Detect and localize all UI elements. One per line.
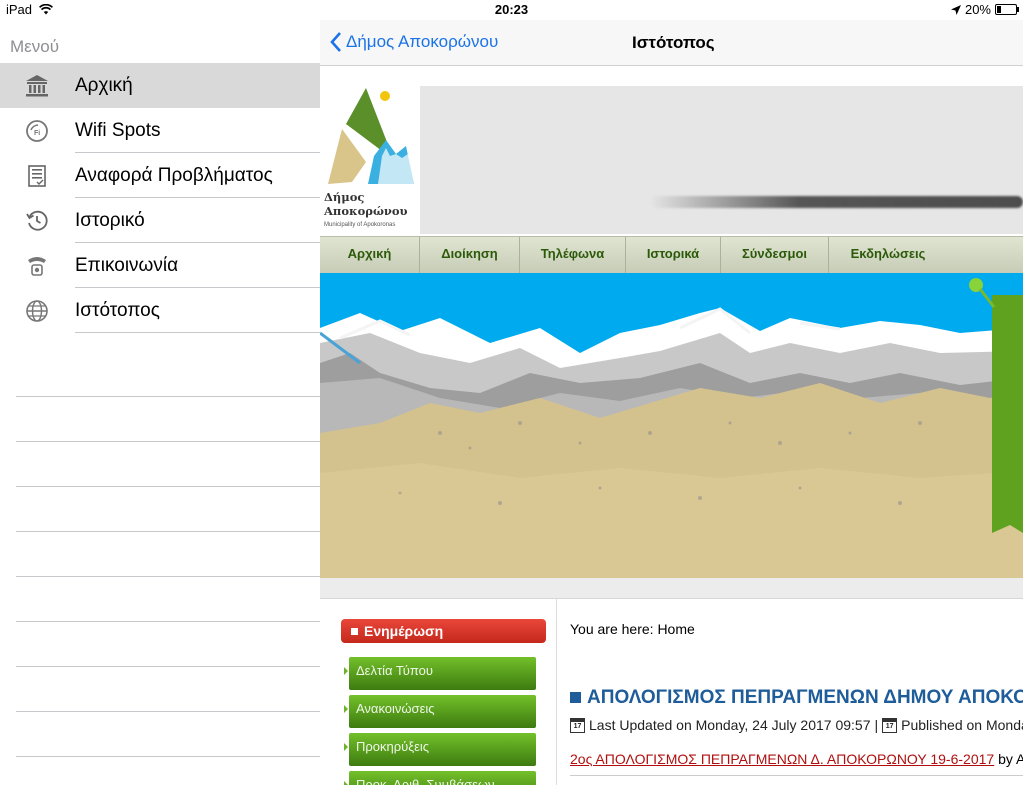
sidebar-title: Μενού xyxy=(10,37,59,56)
article-link-line: 2ος ΑΠΟΛΟΓΙΣΜΟΣ ΠΕΠΡΑΓΜΕΝΩΝ Δ. ΑΠΟΚΟΡΩΝΟ… xyxy=(570,751,1023,767)
sidebar-item-label: Αρχική xyxy=(75,74,133,96)
square-bullet-icon xyxy=(351,628,358,636)
article-title[interactable]: ΑΠΟΛΟΓΙΣΜΟΣ ΠΕΠΡΑΓΜΕΝΩΝ ΔΗΜΟΥ ΑΠΟΚΟΡΩΝΟΥ xyxy=(570,687,1023,709)
site-nav-administration[interactable]: Διοίκηση xyxy=(420,237,520,273)
article-title-text: ΑΠΟΛΟΓΙΣΜΟΣ ΠΕΠΡΑΓΜΕΝΩΝ ΔΗΜΟΥ ΑΠΟΚΟΡΩΝΟΥ xyxy=(587,687,1023,708)
site-nav-history[interactable]: Ιστορικά xyxy=(626,237,721,273)
site-content: Ενημέρωση Δελτία Τύπου Ανακοινώσεις Προκ… xyxy=(320,598,1023,785)
site-nav-events[interactable]: Εκδηλώσεις xyxy=(829,237,947,273)
empty-row xyxy=(16,757,320,785)
published-on: Published on Monday, 24 July 2017 xyxy=(901,717,1023,733)
status-time: 20:23 xyxy=(494,2,529,17)
svg-text:Fi: Fi xyxy=(34,130,40,137)
hero-image xyxy=(320,273,1023,578)
breadcrumb: You are here: Home xyxy=(570,621,695,637)
battery-icon xyxy=(995,4,1019,15)
status-right: 20% xyxy=(950,2,1019,17)
empty-row xyxy=(16,667,320,712)
calendar-icon: 17 xyxy=(882,717,898,733)
header-streak xyxy=(650,196,1023,208)
site-nav: Αρχική Διοίκηση Τηλέφωνα Ιστορικά Σύνδεσ… xyxy=(320,236,1023,274)
nav-title: Ιστότοπος xyxy=(632,33,715,52)
press-releases-link[interactable]: Δελτία Τύπου xyxy=(344,657,536,690)
last-updated: Last Updated on Monday, 24 July 2017 09:… xyxy=(589,717,871,733)
hero-bottom-bar xyxy=(320,578,1023,598)
right-column: You are here: Home ΑΠΟΛΟΓΙΣΜΟΣ ΠΕΠΡΑΓΜΕΝ… xyxy=(556,599,1023,785)
phone-icon xyxy=(25,254,49,278)
sidebar-item-home[interactable]: Αρχική xyxy=(0,63,320,108)
site-nav-phones[interactable]: Τηλέφωνα xyxy=(520,237,626,273)
globe-icon xyxy=(25,299,49,323)
sidebar-item-website[interactable]: Ιστότοπος xyxy=(0,288,320,333)
logo-name-line1: Δήμος xyxy=(324,190,365,204)
empty-row xyxy=(16,397,320,442)
sidebar-item-label: Ιστότοπος xyxy=(75,299,160,321)
contracts-link[interactable]: Προκ. Αριθ. Συμβάσεων xyxy=(344,771,536,785)
empty-row xyxy=(16,352,320,397)
battery-fill xyxy=(997,6,1001,13)
square-bullet-icon xyxy=(570,692,581,703)
history-icon xyxy=(25,209,49,233)
sidebar-menu: Μενού Αρχική Fi Wifi Spots Αναφορά Προβλ… xyxy=(0,20,320,785)
separator xyxy=(75,332,320,333)
webview[interactable]: Δήμος Αποκορώνου Municipality of Apokoro… xyxy=(320,66,1023,785)
news-header-label: Ενημέρωση xyxy=(364,623,444,639)
navigation-bar: Δήμος Αποκορώνου Ιστότοπος xyxy=(320,20,1023,66)
mountain-logo-icon xyxy=(328,88,414,184)
logo-subtitle: Municipality of Apokoronas xyxy=(324,222,396,228)
article-meta: 17 Last Updated on Monday, 24 July 2017 … xyxy=(570,717,1023,733)
report-icon xyxy=(25,164,49,188)
mountains-illustration xyxy=(320,278,1023,578)
empty-row xyxy=(16,532,320,577)
article-link-suffix: by Admin xyxy=(998,751,1023,767)
header-strip xyxy=(420,86,1023,234)
sidebar-item-history[interactable]: Ιστορικό xyxy=(0,198,320,243)
status-bar: iPad 20:23 20% xyxy=(0,0,1023,20)
site-nav-links[interactable]: Σύνδεσμοι xyxy=(721,237,829,273)
wifi-icon: Fi xyxy=(25,119,49,143)
left-column: Ενημέρωση Δελτία Τύπου Ανακοινώσεις Προκ… xyxy=(320,599,557,785)
battery-percent: 20% xyxy=(964,2,991,17)
calendar-icon: 17 xyxy=(570,717,585,733)
announcements-link[interactable]: Ανακοινώσεις xyxy=(344,695,536,728)
chevron-left-icon xyxy=(330,32,341,52)
empty-rows xyxy=(16,352,320,785)
back-button[interactable]: Δήμος Αποκορώνου xyxy=(330,32,498,52)
meta-divider: | xyxy=(874,717,879,733)
bank-icon xyxy=(25,74,49,98)
empty-row xyxy=(16,622,320,667)
sidebar-item-wifi-spots[interactable]: Fi Wifi Spots xyxy=(0,108,320,153)
sidebar-item-label: Επικοινωνία xyxy=(75,254,179,276)
empty-row xyxy=(16,577,320,622)
back-label: Δήμος Αποκορώνου xyxy=(346,32,499,51)
site-header: Δήμος Αποκορώνου Municipality of Apokoro… xyxy=(320,66,1023,236)
site-nav-home[interactable]: Αρχική xyxy=(320,237,420,273)
tenders-link[interactable]: Προκηρύξεις xyxy=(344,733,536,766)
sidebar-item-contact[interactable]: Επικοινωνία xyxy=(0,243,320,288)
logo-name: Δήμος Αποκορώνου xyxy=(324,190,408,218)
sidebar-item-report-problem[interactable]: Αναφορά Προβλήματος xyxy=(0,153,320,198)
empty-row xyxy=(16,712,320,757)
sidebar-item-label: Wifi Spots xyxy=(75,119,161,141)
sidebar-item-label: Αναφορά Προβλήματος xyxy=(75,164,273,186)
empty-row xyxy=(16,487,320,532)
divider xyxy=(570,775,1023,776)
article-link[interactable]: 2ος ΑΠΟΛΟΓΙΣΜΟΣ ΠΕΠΡΑΓΜΕΝΩΝ Δ. ΑΠΟΚΟΡΩΝΟ… xyxy=(570,751,994,767)
location-arrow-icon xyxy=(950,4,961,15)
site-logo[interactable]: Δήμος Αποκορώνου Municipality of Apokoro… xyxy=(322,84,418,232)
menu-list: Αρχική Fi Wifi Spots Αναφορά Προβλήματος… xyxy=(0,63,320,333)
news-header-button[interactable]: Ενημέρωση xyxy=(341,619,546,643)
empty-row xyxy=(16,442,320,487)
logo-name-line2: Αποκορώνου xyxy=(324,204,408,218)
sidebar-item-label: Ιστορικό xyxy=(75,209,145,231)
